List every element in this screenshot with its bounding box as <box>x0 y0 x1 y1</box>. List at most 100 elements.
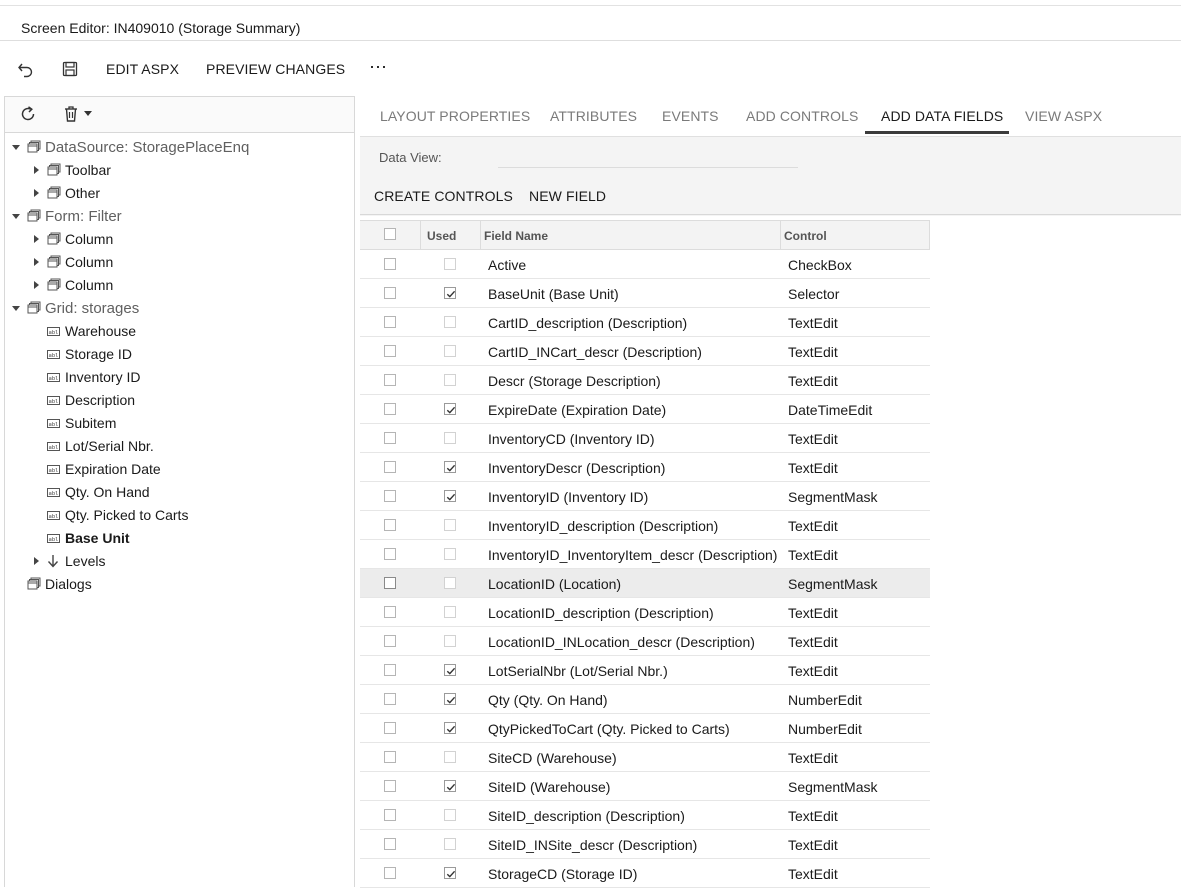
table-row[interactable]: LocationID (Location) SegmentMask <box>360 569 930 598</box>
row-select-checkbox[interactable] <box>384 809 396 821</box>
row-select-checkbox[interactable] <box>384 287 396 299</box>
row-select-checkbox[interactable] <box>384 432 396 444</box>
table-row[interactable]: LotSerialNbr (Lot/Serial Nbr.) TextEdit <box>360 656 930 685</box>
tree-node[interactable]: Toolbar <box>31 159 111 181</box>
tree-node[interactable]: Column <box>31 228 113 250</box>
table-row[interactable]: StorageCD (Storage ID) TextEdit <box>360 859 930 888</box>
table-row[interactable]: InventoryID_InventoryItem_descr (Descrip… <box>360 540 930 569</box>
row-select-checkbox[interactable] <box>384 838 396 850</box>
table-row[interactable]: InventoryDescr (Description) TextEdit <box>360 453 930 482</box>
table-row[interactable]: SiteID_INSite_descr (Description) TextEdi… <box>360 830 930 859</box>
tab-attributes[interactable]: ATTRIBUTES <box>550 108 637 124</box>
row-select-checkbox[interactable] <box>384 577 396 589</box>
table-row[interactable]: SiteID_description (Description) TextEdit <box>360 801 930 830</box>
tree-node[interactable]: abl Qty. On Hand <box>31 481 150 503</box>
caret-spacer <box>31 372 41 382</box>
select-all-checkbox[interactable] <box>384 228 396 240</box>
used-checkbox <box>444 693 456 705</box>
save-icon[interactable] <box>60 59 80 79</box>
row-select-checkbox[interactable] <box>384 519 396 531</box>
row-select-checkbox[interactable] <box>384 403 396 415</box>
row-select-checkbox[interactable] <box>384 345 396 357</box>
tree-node[interactable]: Grid: storages <box>11 297 139 319</box>
undo-icon[interactable] <box>16 59 36 79</box>
table-row[interactable]: Qty (Qty. On Hand) NumberEdit <box>360 685 930 714</box>
tab-events[interactable]: EVENTS <box>662 108 719 124</box>
caret-right-icon[interactable] <box>31 188 41 198</box>
tree-node[interactable]: abl Base Unit <box>31 527 130 549</box>
row-select-checkbox[interactable] <box>384 374 396 386</box>
delete-dropdown-button[interactable] <box>63 105 92 123</box>
tree-node[interactable]: DataSource: StoragePlaceEnq <box>11 136 249 158</box>
tree-node[interactable]: Dialogs <box>11 573 92 595</box>
row-select-checkbox[interactable] <box>384 258 396 270</box>
tree-node[interactable]: Column <box>31 251 113 273</box>
control-type-cell: NumberEdit <box>788 692 862 708</box>
control-type-cell: TextEdit <box>788 634 838 650</box>
tab-add-data-fields[interactable]: ADD DATA FIELDS <box>881 108 1003 124</box>
table-row[interactable]: BaseUnit (Base Unit) Selector <box>360 279 930 308</box>
tree-node[interactable]: abl Expiration Date <box>31 458 161 480</box>
row-select-checkbox[interactable] <box>384 722 396 734</box>
row-select-checkbox[interactable] <box>384 751 396 763</box>
main-toolbar: EDIT ASPX PREVIEW CHANGES ⋯ <box>0 52 600 86</box>
row-select-checkbox[interactable] <box>384 548 396 560</box>
table-row[interactable]: CartID_description (Description) TextEdit <box>360 308 930 337</box>
row-select-checkbox[interactable] <box>384 664 396 676</box>
row-select-checkbox[interactable] <box>384 490 396 502</box>
refresh-icon[interactable] <box>19 105 37 123</box>
table-row[interactable]: InventoryCD (Inventory ID) TextEdit <box>360 424 930 453</box>
table-row[interactable]: SiteCD (Warehouse) TextEdit <box>360 743 930 772</box>
tab-view-aspx[interactable]: VIEW ASPX <box>1025 108 1102 124</box>
column-header-control[interactable]: Control <box>784 229 827 243</box>
caret-right-icon[interactable] <box>31 280 41 290</box>
caret-down-icon[interactable] <box>11 211 21 221</box>
used-checkbox <box>444 345 456 357</box>
table-row[interactable]: Active CheckBox <box>360 250 930 279</box>
row-select-checkbox[interactable] <box>384 867 396 879</box>
caret-right-icon[interactable] <box>31 234 41 244</box>
table-row[interactable]: InventoryID (Inventory ID) SegmentMask <box>360 482 930 511</box>
table-row[interactable]: LocationID_INLocation_descr (Description… <box>360 627 930 656</box>
table-row[interactable]: QtyPickedToCart (Qty. Picked to Carts) Nu… <box>360 714 930 743</box>
create-controls-button[interactable]: CREATE CONTROLS <box>374 188 513 204</box>
tree-node[interactable]: abl Warehouse <box>31 320 136 342</box>
row-select-checkbox[interactable] <box>384 693 396 705</box>
tree-node[interactable]: Levels <box>31 550 105 572</box>
preview-changes-button[interactable]: PREVIEW CHANGES <box>206 61 345 77</box>
row-select-checkbox[interactable] <box>384 316 396 328</box>
tab-layout-properties[interactable]: LAYOUT PROPERTIES <box>380 108 530 124</box>
row-select-checkbox[interactable] <box>384 635 396 647</box>
table-row[interactable]: LocationID_description (Description) Text… <box>360 598 930 627</box>
data-view-selector[interactable] <box>498 146 798 168</box>
tree-node[interactable]: abl Subitem <box>31 412 116 434</box>
tree-node[interactable]: abl Storage ID <box>31 343 132 365</box>
column-header-used[interactable]: Used <box>427 229 456 243</box>
tree-node[interactable]: abl Inventory ID <box>31 366 140 388</box>
edit-aspx-button[interactable]: EDIT ASPX <box>106 61 179 77</box>
tree-node[interactable]: abl Lot/Serial Nbr. <box>31 435 154 457</box>
tree-node[interactable]: Column <box>31 274 113 296</box>
column-header-field-name[interactable]: Field Name <box>484 229 548 243</box>
tree-node[interactable]: abl Description <box>31 389 135 411</box>
table-row[interactable]: Descr (Storage Description) TextEdit <box>360 366 930 395</box>
new-field-button[interactable]: NEW FIELD <box>529 188 606 204</box>
tree-node[interactable]: Other <box>31 182 100 204</box>
tree-node[interactable]: Form: Filter <box>11 205 122 227</box>
text-field-icon: abl <box>47 393 60 407</box>
caret-right-icon[interactable] <box>31 556 41 566</box>
row-select-checkbox[interactable] <box>384 606 396 618</box>
caret-down-icon[interactable] <box>11 142 21 152</box>
more-options-button[interactable]: ⋯ <box>369 57 387 78</box>
table-row[interactable]: InventoryID_description (Description) Tex… <box>360 511 930 540</box>
table-row[interactable]: ExpireDate (Expiration Date) DateTimeEdit <box>360 395 930 424</box>
row-select-checkbox[interactable] <box>384 461 396 473</box>
tree-node[interactable]: abl Qty. Picked to Carts <box>31 504 188 526</box>
row-select-checkbox[interactable] <box>384 780 396 792</box>
caret-right-icon[interactable] <box>31 257 41 267</box>
caret-right-icon[interactable] <box>31 165 41 175</box>
caret-down-icon[interactable] <box>11 303 21 313</box>
table-row[interactable]: CartID_INCart_descr (Description) TextEdi… <box>360 337 930 366</box>
table-row[interactable]: SiteID (Warehouse) SegmentMask <box>360 772 930 801</box>
tab-add-controls[interactable]: ADD CONTROLS <box>746 108 858 124</box>
